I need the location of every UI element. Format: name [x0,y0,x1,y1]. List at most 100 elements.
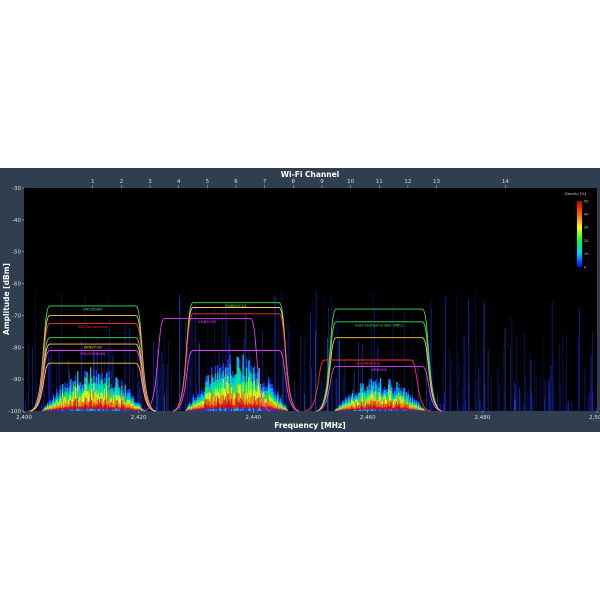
density-column [270,406,272,410]
noise-streak [491,410,493,411]
density-column [124,406,126,411]
noise-streak [530,385,531,411]
spectrum-panel: WP-85984 ATT-Duplexmcg SKNET-90 PRIVATE6598… [0,168,600,432]
noise-streak [195,303,197,411]
noise-streak [25,387,27,411]
noise-streak [502,347,504,411]
density-column [138,408,140,410]
noise-streak [304,337,306,411]
noise-streak [152,340,154,411]
noise-streak [318,392,320,411]
density-column [207,399,209,406]
density-column [124,402,126,408]
noise-streak [504,406,506,411]
density-column [128,407,130,411]
density-column [138,409,140,411]
density-column [269,405,271,410]
density-column [108,404,110,409]
noise-streak [166,364,168,411]
y-tick-label: -50 [12,250,21,256]
noise-streak [523,404,524,411]
channel-tick-label: 6 [234,179,238,185]
noise-streak [499,384,501,411]
density-column [280,409,282,411]
noise-streak [510,346,512,411]
noise-streak [463,335,465,411]
noise-streak [577,337,579,411]
noise-streak [480,403,482,411]
density-column [51,409,53,411]
noise-streak [173,404,175,411]
noise-streak [536,376,537,411]
noise-streak [300,373,302,411]
noise-streak [155,406,157,411]
density-column [272,403,274,408]
y-tick-label: -60 [12,282,21,288]
noise-streak [331,378,334,411]
noise-streak [511,317,513,411]
noise-streak [335,378,337,411]
noise-streak [456,293,458,411]
noise-streak [161,351,163,411]
legend-tick-label: 30 [584,226,589,230]
noise-streak [516,335,518,411]
noise-streak [189,325,191,411]
density-column [207,405,209,410]
noise-streak [566,336,567,411]
density-column [205,405,207,409]
density-column [209,406,212,409]
x-tick-label: 2,460 [360,415,376,421]
density-column [74,399,77,406]
density-column [227,402,229,408]
y-tick-label: -30 [12,186,21,192]
density-column [247,405,249,409]
noise-streak [584,368,586,411]
density-column [252,403,255,409]
density-column [238,402,241,410]
noise-streak [552,382,554,411]
noise-streak [462,405,464,411]
noise-streak [490,377,492,411]
channel-tick-label: 2 [120,179,124,185]
density-column [274,407,277,410]
density-column [136,409,138,411]
density-column [282,410,285,411]
channel-tick-label: 14 [502,179,509,185]
noise-streak [567,400,569,411]
noise-streak [475,292,476,411]
x-tick-label: 2,420 [131,415,147,421]
x-tick-label: 2,480 [475,415,491,421]
density-column [122,407,124,410]
density-column [53,409,56,411]
noise-streak [587,404,589,411]
density-column [55,408,57,410]
density-column [77,404,79,409]
noise-streak [571,400,573,411]
density-column [79,406,81,410]
density-column [221,403,223,408]
noise-streak [468,379,470,411]
noise-streak [309,313,311,411]
noise-streak [450,402,452,411]
noise-streak [35,291,36,411]
density-column [258,403,260,409]
density-column [132,408,135,411]
noise-streak [50,344,52,411]
density-column [218,404,220,410]
density-column [278,409,280,411]
density-column [225,403,227,409]
noise-streak [47,312,50,411]
noise-streak [563,409,564,411]
density-column [99,406,101,410]
noise-streak [588,393,590,411]
noise-streak [501,408,503,411]
density-column [73,406,75,409]
channel-tick-label: 5 [206,179,210,185]
density-column [91,405,93,409]
noise-streak [159,368,161,411]
density-column [45,410,48,411]
noise-streak [550,365,552,411]
noise-streak [158,360,160,411]
density-column [237,402,240,408]
noise-streak [294,409,295,411]
